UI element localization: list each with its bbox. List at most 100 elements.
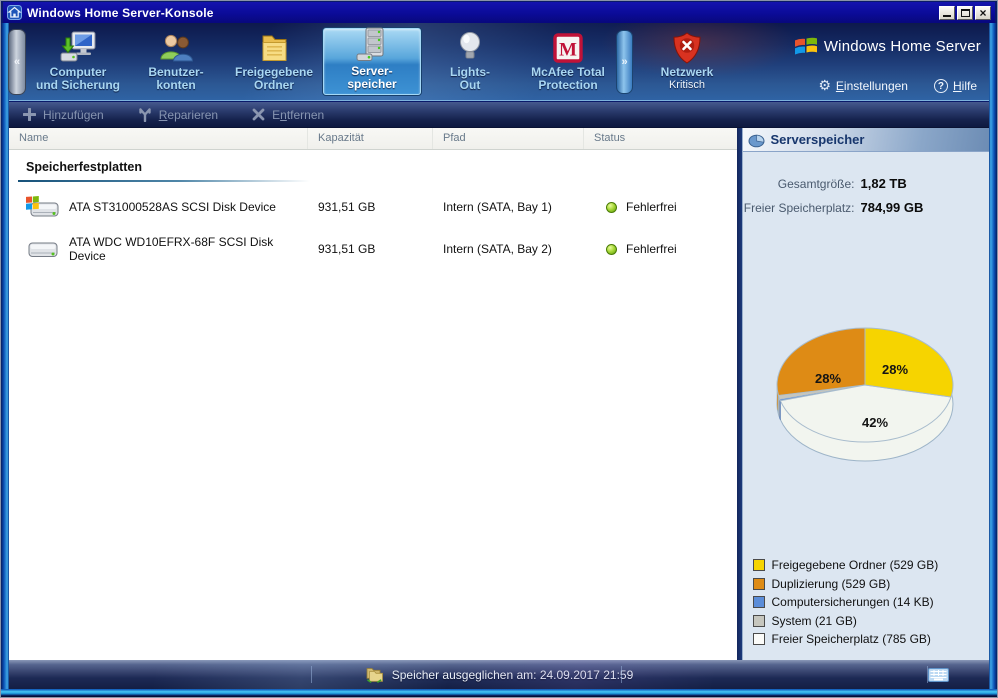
panel-header: Serverspeicher <box>743 128 990 152</box>
pie-chart-icon <box>748 132 765 148</box>
column-header-status[interactable]: Status <box>584 128 737 149</box>
plus-icon <box>23 108 36 121</box>
window-frame-left <box>1 23 9 697</box>
disk-icon <box>25 236 59 262</box>
nav-mcafee-total-protection[interactable]: M McAfee TotalProtection <box>519 28 617 95</box>
users-icon <box>158 28 194 64</box>
help-button[interactable]: ? Hilfe <box>934 79 977 93</box>
nav-serverspeicher[interactable]: Server-speicher <box>323 28 421 95</box>
server-icon <box>355 27 389 63</box>
settings-button[interactable]: ⚙ Einstellungen <box>818 79 908 93</box>
disk-capacity: 931,51 GB <box>308 242 433 256</box>
nav-label: McAfee TotalProtection <box>531 66 605 92</box>
table-header: Name Kapazität Pfad Status <box>9 128 737 150</box>
group-title: Speicherfestplatten <box>26 160 142 174</box>
system-disk-icon <box>25 194 59 220</box>
main-toolbar: « Computerund Sicherung <box>9 23 989 101</box>
nav-freigegebene-ordner[interactable]: FreigegebeneOrdner <box>225 28 323 95</box>
nav-label: FreigegebeneOrdner <box>235 66 313 92</box>
legend-item: Freigegebene Ordner (529 GB) <box>753 556 939 575</box>
titlebar[interactable]: Windows Home Server-Konsole × <box>3 2 995 23</box>
remove-button[interactable]: Entfernen <box>252 108 324 122</box>
legend-swatch <box>753 633 765 645</box>
collapse-toolbar-button[interactable]: « <box>8 29 26 95</box>
wrench-icon <box>138 108 152 122</box>
status-ok-icon <box>606 202 617 213</box>
windows-flag-icon <box>794 36 818 57</box>
nav-label: Lights-Out <box>450 66 490 92</box>
lightbulb-icon <box>457 28 483 64</box>
x-icon <box>252 108 265 121</box>
disk-status: Fehlerfrei <box>626 200 677 214</box>
pie-slice-freigegebene-ordner <box>865 328 953 397</box>
group-header: Speicherfestplatten <box>9 150 737 182</box>
close-button[interactable]: × <box>975 6 991 20</box>
nav-lights-out[interactable]: Lights-Out <box>421 28 519 95</box>
pie-depth-sicherungen <box>779 399 780 419</box>
disk-status: Fehlerfrei <box>626 242 677 256</box>
svg-text:M: M <box>559 40 577 61</box>
legend-item: Duplizierung (529 GB) <box>753 575 939 594</box>
group-underline <box>18 180 310 182</box>
chart-legend: Freigegebene Ordner (529 GB) Duplizierun… <box>753 556 939 649</box>
column-header-kapazitaet[interactable]: Kapazität <box>308 128 433 149</box>
legend-swatch <box>753 596 765 608</box>
disk-table: Name Kapazität Pfad Status Speicherfestp… <box>9 128 737 660</box>
actionbar: Hinzufügen Reparieren Entfernen <box>9 102 989 128</box>
keyboard-icon[interactable] <box>928 668 949 687</box>
minimize-button[interactable] <box>939 6 955 20</box>
nav-label: Benutzer-konten <box>148 66 203 92</box>
gear-icon: ⚙ <box>818 79 831 93</box>
legend-item: Freier Speicherplatz (785 GB) <box>753 630 939 649</box>
disk-name: ATA ST31000528AS SCSI Disk Device <box>69 200 276 214</box>
add-button[interactable]: Hinzufügen <box>23 108 104 122</box>
storage-balance-icon <box>365 666 384 683</box>
legend-swatch <box>753 559 765 571</box>
computer-icon <box>59 28 97 64</box>
pie-label-freigegebene: 28% <box>881 362 907 377</box>
mcafee-icon: M <box>552 28 584 64</box>
minimize-icon <box>943 15 951 17</box>
nav-benutzerkonten[interactable]: Benutzer-konten <box>127 28 225 95</box>
nav-label: NetzwerkKritisch <box>661 66 714 92</box>
maximize-button[interactable] <box>957 6 973 20</box>
network-warning-shield-icon <box>673 28 701 64</box>
table-row[interactable]: ATA ST31000528AS SCSI Disk Device 931,51… <box>9 190 737 224</box>
pie-label-frei: 42% <box>861 415 887 430</box>
legend-swatch <box>753 578 765 590</box>
disk-name: ATA WDC WD10EFRX-68F SCSI Disk Device <box>69 235 308 263</box>
window-title: Windows Home Server-Konsole <box>27 6 214 20</box>
window-frame-right <box>989 23 997 697</box>
status-ok-icon <box>606 244 617 255</box>
nav-netzwerk[interactable]: NetzwerkKritisch <box>639 28 735 95</box>
folder-icon <box>258 28 290 64</box>
statusbar-separator <box>311 666 312 683</box>
status-text: Speicher ausgeglichen am: 24.09.2017 21:… <box>392 668 634 682</box>
expand-toolbar-button[interactable]: » <box>616 30 633 94</box>
statusbar: Speicher ausgeglichen am: 24.09.2017 21:… <box>9 660 989 689</box>
legend-item: System (21 GB) <box>753 612 939 631</box>
content: Name Kapazität Pfad Status Speicherfestp… <box>9 128 989 660</box>
whs-console-window: Windows Home Server-Konsole × « <box>0 0 998 698</box>
repair-button[interactable]: Reparieren <box>138 108 218 122</box>
panel-title: Serverspeicher <box>771 132 865 147</box>
serverspeicher-panel: Serverspeicher Gesamtgröße: 1,82 TB Frei… <box>742 128 990 660</box>
legend-swatch <box>753 615 765 627</box>
total-size-label: Gesamtgröße: <box>743 173 855 196</box>
help-icon: ? <box>934 79 948 93</box>
legend-item: Computersicherungen (14 KB) <box>753 593 939 612</box>
table-row[interactable]: ATA WDC WD10EFRX-68F SCSI Disk Device 93… <box>9 232 737 266</box>
nav-label: Server-speicher <box>347 65 396 91</box>
statusbar-separator <box>621 666 622 683</box>
close-icon: × <box>979 8 986 18</box>
disk-path: Intern (SATA, Bay 2) <box>433 242 584 256</box>
brand-logo: Windows Home Server <box>794 36 981 57</box>
maximize-icon <box>961 9 970 17</box>
column-header-name[interactable]: Name <box>9 128 308 149</box>
nav-label: Computerund Sicherung <box>36 66 120 92</box>
home-server-app-icon <box>7 5 22 20</box>
disk-path: Intern (SATA, Bay 1) <box>433 200 584 214</box>
free-space-label: Freier Speicherplatz: <box>743 197 855 220</box>
nav-computer-und-sicherung[interactable]: Computerund Sicherung <box>29 28 127 95</box>
column-header-pfad[interactable]: Pfad <box>433 128 584 149</box>
